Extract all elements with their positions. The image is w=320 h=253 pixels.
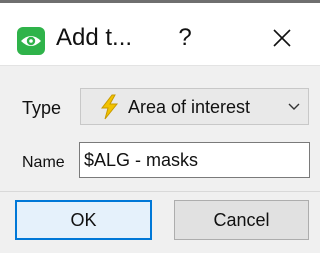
close-icon	[273, 29, 291, 47]
type-dropdown[interactable]: Area of interest	[80, 88, 309, 125]
close-button[interactable]	[260, 21, 304, 55]
add-dialog: Add t... ? Type Area of interest Name OK…	[0, 3, 320, 253]
name-label: Name	[22, 154, 65, 171]
title-bar[interactable]: Add t... ?	[0, 3, 320, 65]
dialog-footer: OK Cancel	[0, 192, 320, 253]
eye-icon	[17, 27, 45, 55]
type-label: Type	[22, 98, 62, 118]
help-button[interactable]: ?	[170, 23, 200, 53]
type-selected-value: Area of interest	[128, 97, 251, 117]
cancel-button[interactable]: Cancel	[174, 200, 309, 240]
dialog-body: Type Area of interest Name	[0, 65, 320, 192]
chevron-down-icon	[288, 103, 300, 110]
ok-button[interactable]: OK	[15, 200, 152, 240]
name-input[interactable]	[79, 142, 310, 178]
dialog-title: Add t...	[56, 24, 133, 51]
lightning-bolt-icon	[100, 94, 119, 120]
